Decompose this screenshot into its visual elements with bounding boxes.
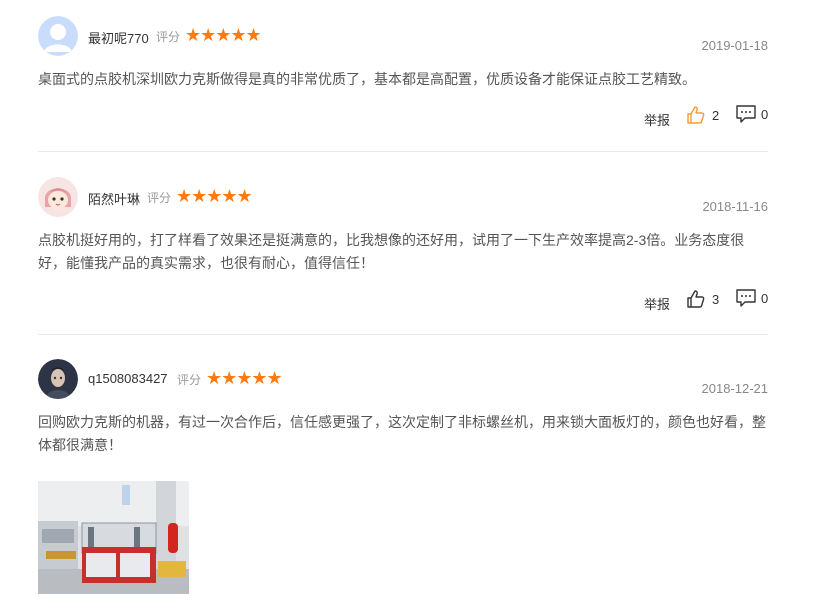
- review-date: 2019-01-18: [701, 38, 769, 53]
- divider: [38, 334, 768, 335]
- review-2: 陌然叶琳 评分 ★★★★★ 2018-11-16 点胶机挺好用的，打了样看了效果…: [38, 177, 768, 317]
- review-photo[interactable]: [38, 481, 189, 594]
- rating-stars: ★★★★★: [176, 186, 253, 206]
- report-button[interactable]: 举报: [644, 110, 670, 129]
- review-date: 2018-12-21: [701, 381, 769, 396]
- comment-button[interactable]: 0: [736, 105, 768, 123]
- rating-stars: ★★★★★: [185, 25, 262, 45]
- rating-label: 评分: [147, 191, 172, 205]
- cartoon-girl-icon[interactable]: [38, 177, 78, 217]
- review-content: 桌面式的点胶机深圳欧力克斯做得是真的非常优质了，基本都是高配置，优质设备才能保证…: [38, 71, 696, 87]
- thumbs-up-icon: [687, 290, 705, 308]
- report-button[interactable]: 举报: [644, 294, 670, 313]
- comment-count: 0: [761, 290, 769, 306]
- review-1: 最初呢770 评分 ★★★★★ 2019-01-18 桌面式的点胶机深圳欧力克斯…: [38, 16, 768, 133]
- username: q1508083427: [88, 371, 168, 386]
- review-date: 2018-11-16: [702, 199, 768, 214]
- review-content: 回购欧力克斯的机器，有过一次合作后，信任感更强了，这次定制了非标螺丝机，用来锁大…: [38, 414, 766, 453]
- comment-icon: [736, 105, 756, 123]
- like-count: 2: [712, 107, 720, 123]
- divider: [38, 151, 768, 152]
- like-button[interactable]: 3: [686, 289, 719, 309]
- rating-stars: ★★★★★: [206, 368, 283, 388]
- rating-label: 评分: [156, 30, 181, 44]
- username: 陌然叶琳: [88, 192, 141, 207]
- review-content: 点胶机挺好用的，打了样看了效果还是挺满意的，比我想像的还好用，试用了一下生产效率…: [38, 232, 745, 271]
- character-portrait-icon[interactable]: [38, 359, 78, 399]
- comment-count: 0: [761, 106, 769, 122]
- like-button[interactable]: 2: [686, 105, 719, 125]
- like-count: 3: [712, 291, 720, 307]
- username: 最初呢770: [88, 31, 149, 46]
- default-user-icon[interactable]: [38, 16, 78, 56]
- thumbs-up-icon: [687, 106, 705, 124]
- review-3: q1508083427 评分 ★★★★★ 2018-12-21 回购欧力克斯的机…: [38, 359, 769, 594]
- comment-icon: [736, 289, 756, 307]
- rating-label: 评分: [177, 373, 202, 387]
- comment-button[interactable]: 0: [736, 289, 768, 307]
